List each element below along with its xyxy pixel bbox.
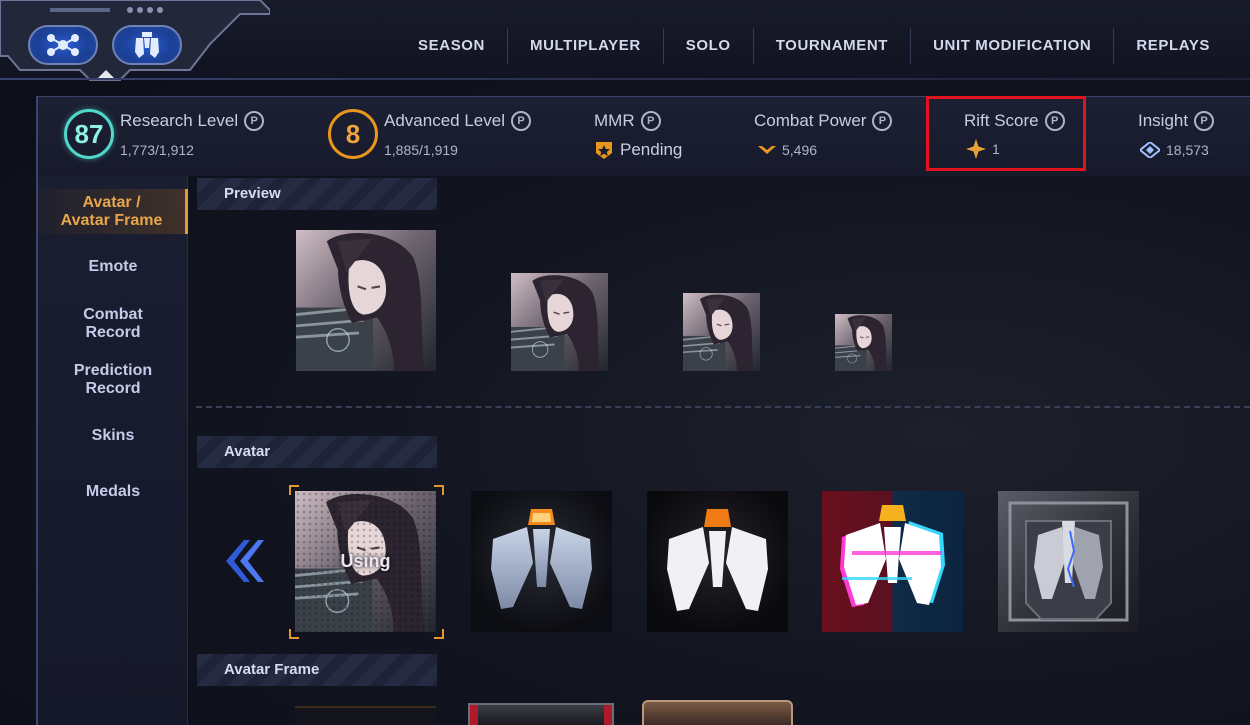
avatar-preview-large (296, 230, 436, 371)
sidebar-item-label: Medals (85, 483, 141, 500)
research-info-icon[interactable]: P (244, 111, 265, 131)
mmr-info-icon[interactable]: P (640, 111, 661, 131)
research-level-progress: 1,773/1,912 (120, 142, 194, 158)
research-level-stat: 87 Research Level P 1,773/1,912 (64, 97, 304, 177)
insight-stat: Insight P 18,573 (1138, 97, 1248, 177)
selection-corner (434, 485, 444, 495)
research-level-title: Research Level (120, 111, 239, 130)
mech-emblem-icon (840, 505, 945, 607)
player-stats-bar: 87 Research Level P 1,773/1,912 8 Advanc… (36, 96, 1250, 176)
advanced-info-icon[interactable]: P (510, 111, 531, 131)
game-profile-screen: SEASON MULTIPLAYER SOLO TOURNAMENT UNIT … (0, 0, 1250, 725)
sidebar-item-combat-record[interactable]: Combat Record (38, 306, 188, 342)
mech-emblem-icon (491, 509, 592, 609)
mech-emblem-icon (667, 509, 768, 611)
rift-score-value: 1 (992, 141, 1000, 157)
nav-season[interactable]: SEASON (396, 28, 507, 64)
social-network-button[interactable] (28, 25, 98, 65)
rank-badge-icon (596, 142, 612, 159)
sidebar-item-emote[interactable]: Emote (38, 258, 188, 276)
rift-score-title: Rift Score (964, 111, 1039, 130)
rift-star-icon (966, 139, 986, 159)
sidebar-item-skins[interactable]: Skins (38, 427, 188, 445)
profile-sidebar: Avatar / Avatar Frame Emote Combat Recor… (36, 176, 188, 725)
avatar-option-portrait-selected[interactable]: Using (295, 491, 436, 632)
avatar-frame-option[interactable] (295, 706, 436, 725)
nav-unit-modification[interactable]: UNIT MODIFICATION (910, 28, 1113, 64)
avatar-preview-medium (511, 273, 608, 371)
selection-corner (289, 629, 299, 639)
advanced-level-stat: 8 Advanced Level P 1,885/1,919 (328, 97, 568, 177)
top-bar: SEASON MULTIPLAYER SOLO TOURNAMENT UNIT … (0, 0, 1250, 81)
combat-power-value: 5,496 (782, 142, 818, 158)
sidebar-item-label: Avatar / (82, 194, 141, 211)
sidebar-item-label: Combat (83, 306, 143, 323)
advanced-level-progress: 1,885/1,919 (384, 142, 458, 158)
sidebar-item-label: Record (85, 380, 141, 397)
nav-replays[interactable]: REPLAYS (1113, 28, 1232, 64)
main-nav: SEASON MULTIPLAYER SOLO TOURNAMENT UNIT … (396, 24, 1232, 68)
insight-diamond-icon (1140, 142, 1160, 158)
nav-solo[interactable]: SOLO (662, 28, 753, 64)
avatar-section-header: Avatar (197, 436, 437, 468)
avatar-section-title: Avatar (224, 443, 271, 460)
insight-info-icon[interactable]: P (1194, 111, 1215, 131)
avatar-frame-option[interactable] (468, 703, 614, 725)
advanced-level-number: 8 (345, 118, 361, 149)
sidebar-item-medals[interactable]: Medals (38, 483, 188, 501)
mech-emblem-icon (1008, 501, 1129, 622)
nav-multiplayer[interactable]: MULTIPLAYER (507, 28, 663, 64)
preview-section-title: Preview (224, 185, 281, 202)
sidebar-item-label: Prediction (73, 362, 153, 379)
research-level-number: 87 (74, 118, 104, 149)
rift-score-stat: Rift Score P 1 (964, 97, 1104, 177)
mech-emblem-icon (135, 32, 159, 58)
combat-power-icon (758, 146, 776, 154)
research-level-badge: 87 (64, 109, 114, 159)
insight-title: Insight (1138, 111, 1189, 130)
faction-emblem-button[interactable] (112, 25, 182, 65)
avatar-option-glitch-emblem[interactable] (822, 491, 963, 632)
nav-tournament[interactable]: TOURNAMENT (752, 28, 910, 64)
avatar-option-white-emblem[interactable] (647, 491, 788, 632)
avatar-option-silver-emblem[interactable] (471, 491, 612, 632)
avatar-option-metal-emblem[interactable] (998, 491, 1139, 632)
mmr-title: MMR (594, 111, 635, 130)
sidebar-item-label: Skins (91, 427, 135, 444)
preview-section-header: Preview (197, 178, 437, 210)
sidebar-item-label: Record (85, 324, 141, 341)
combat-power-info-icon[interactable]: P (872, 111, 893, 131)
avatar-preview-small (683, 293, 760, 371)
mmr-value: Pending (620, 140, 683, 159)
avatar-frame-section-header: Avatar Frame (197, 654, 437, 686)
avatar-preview-tiny (835, 314, 892, 371)
mmr-stat: MMR P Pending (594, 97, 734, 177)
section-divider (196, 406, 1250, 408)
avatar-frame-option[interactable] (642, 700, 793, 725)
selection-corner (434, 629, 444, 639)
sidebar-item-label: Emote (88, 258, 138, 275)
combat-power-stat: Combat Power P 5,496 (754, 97, 934, 177)
selection-corner (289, 485, 299, 495)
sidebar-item-label: Avatar Frame (60, 212, 163, 229)
sidebar-item-avatar-frame[interactable]: Avatar / Avatar Frame (38, 189, 188, 234)
scroll-left-arrow-icon[interactable] (222, 536, 266, 586)
network-nodes-icon (47, 34, 79, 56)
combat-power-title: Combat Power (754, 111, 867, 130)
rift-score-info-icon[interactable]: P (1044, 111, 1065, 131)
insight-value: 18,573 (1166, 142, 1209, 158)
avatar-frame-section-title: Avatar Frame (224, 661, 320, 678)
advanced-level-badge: 8 (328, 109, 378, 159)
advanced-level-title: Advanced Level (384, 111, 505, 130)
sidebar-item-prediction-record[interactable]: Prediction Record (38, 362, 188, 398)
using-label: Using (340, 551, 391, 571)
